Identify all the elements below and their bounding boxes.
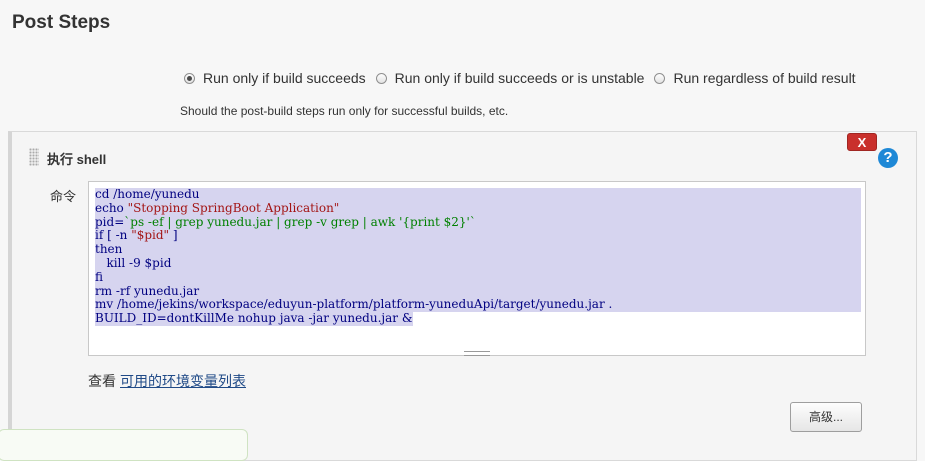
code-line: kill -9 $pid bbox=[95, 255, 861, 271]
delete-step-button[interactable]: X bbox=[847, 133, 877, 151]
code-token: BUILD_ID=dontKillMe nohup java -jar yune… bbox=[95, 311, 413, 326]
post-steps-radio-group: Run only if build succeeds Run only if b… bbox=[184, 70, 866, 86]
section-title: Post Steps bbox=[12, 12, 111, 33]
command-textarea[interactable]: cd /home/yunedu echo "Stopping SpringBoot… bbox=[88, 181, 866, 356]
radio-succeeds-or-unstable[interactable]: Run only if build succeeds or is unstabl… bbox=[375, 70, 645, 86]
corner-tooltip bbox=[0, 429, 248, 461]
code-token: cd /home/yunedu bbox=[95, 187, 200, 201]
code-line: rm -rf yunedu.jar bbox=[95, 283, 861, 299]
code-line: then bbox=[95, 242, 861, 257]
radio-succeeds-or-unstable-circle[interactable] bbox=[375, 72, 387, 84]
code-token: fi bbox=[95, 269, 104, 284]
code-token: pid= bbox=[95, 214, 125, 229]
radio-regardless-circle[interactable] bbox=[654, 72, 666, 84]
code-token: kill -9 $pid bbox=[95, 255, 172, 270]
code-token: if [ -n bbox=[95, 228, 132, 243]
code-token: `ps -ef | grep yunedu.jar | grep -v grep… bbox=[124, 214, 476, 229]
code-token: rm -rf yunedu.jar bbox=[95, 283, 200, 298]
drag-handle-icon[interactable] bbox=[29, 148, 39, 166]
code-line: echo "Stopping SpringBoot Application" bbox=[95, 200, 861, 216]
radio-regardless-label: Run regardless of build result bbox=[673, 70, 856, 86]
help-icon[interactable]: ? bbox=[878, 148, 898, 168]
code-line: pid=`ps -ef | grep yunedu.jar | grep -v … bbox=[95, 214, 861, 230]
radio-build-succeeds-circle[interactable] bbox=[184, 72, 195, 84]
code-line: fi bbox=[95, 269, 861, 285]
code-token: echo bbox=[95, 200, 128, 215]
radio-regardless[interactable]: Run regardless of build result bbox=[654, 70, 856, 86]
command-label: 命令 bbox=[50, 189, 77, 204]
code-line: if [ -n "$pid" ] bbox=[95, 228, 861, 244]
textarea-resize-handle[interactable] bbox=[464, 351, 490, 356]
radio-build-succeeds-label: Run only if build succeeds bbox=[203, 70, 366, 86]
code-line: cd /home/yunedu bbox=[95, 187, 861, 202]
env-vars-row: 查看 可用的环境变量列表 bbox=[88, 371, 246, 391]
advanced-button[interactable]: 高级... bbox=[790, 402, 862, 432]
code-line: BUILD_ID=dontKillMe nohup java -jar yune… bbox=[95, 311, 413, 326]
code-token: ] bbox=[169, 228, 178, 243]
step-title: 执行 shell bbox=[47, 152, 107, 167]
code-token: then bbox=[95, 242, 123, 257]
code-token: mv /home/jekins/workspace/eduyun-platfor… bbox=[95, 297, 613, 312]
radio-build-succeeds[interactable]: Run only if build succeeds bbox=[184, 70, 366, 86]
command-code: cd /home/yunedu echo "Stopping SpringBoot… bbox=[95, 187, 861, 326]
radio-succeeds-or-unstable-label: Run only if build succeeds or is unstabl… bbox=[394, 70, 645, 86]
code-token: "Stopping SpringBoot Application" bbox=[127, 200, 340, 215]
env-vars-link[interactable]: 可用的环境变量列表 bbox=[120, 373, 246, 389]
code-line: mv /home/jekins/workspace/eduyun-platfor… bbox=[95, 297, 861, 313]
env-vars-prefix: 查看 bbox=[88, 373, 116, 389]
post-steps-description: Should the post-build steps run only for… bbox=[180, 104, 509, 118]
code-token: "$pid" bbox=[131, 228, 170, 243]
